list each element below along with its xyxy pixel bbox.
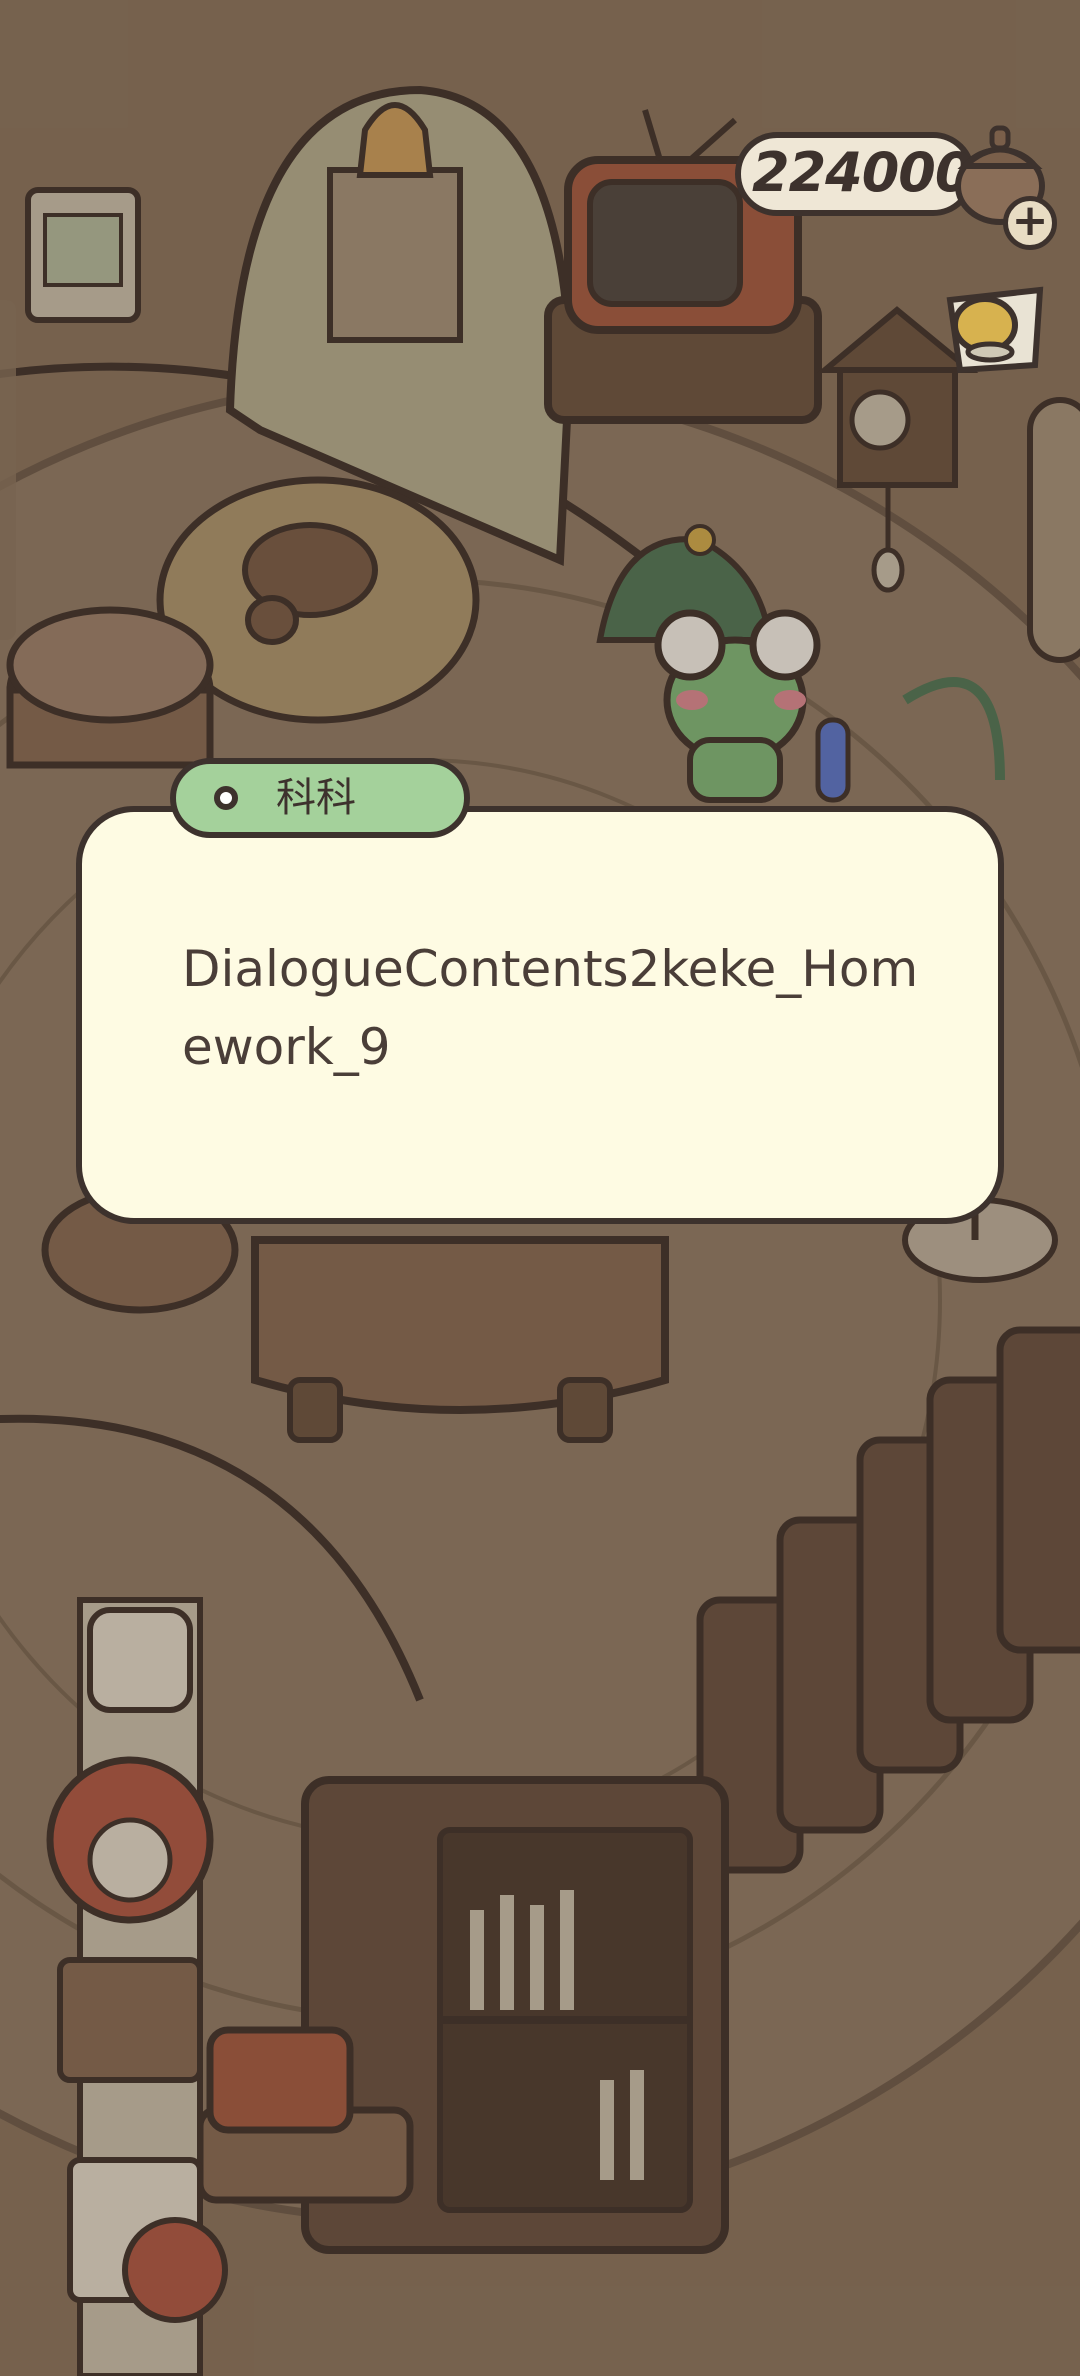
add-coins-button[interactable]: + — [1003, 196, 1057, 250]
teacup-icon[interactable] — [930, 270, 1060, 390]
name-tag-dot-icon — [214, 786, 238, 810]
speaker-name: 科科 — [276, 775, 356, 821]
mail-icon — [87, 1607, 193, 1713]
dialogue-text: DialogueContents2keke_Homework_9 — [182, 940, 919, 1076]
speaker-name-tag: 科科 — [170, 758, 470, 838]
dialogue-box[interactable]: DialogueContents2keke_Homework_9 — [76, 806, 1004, 1224]
side-drawer-handle[interactable] — [0, 300, 16, 640]
coin-count: 224000 — [752, 141, 972, 204]
